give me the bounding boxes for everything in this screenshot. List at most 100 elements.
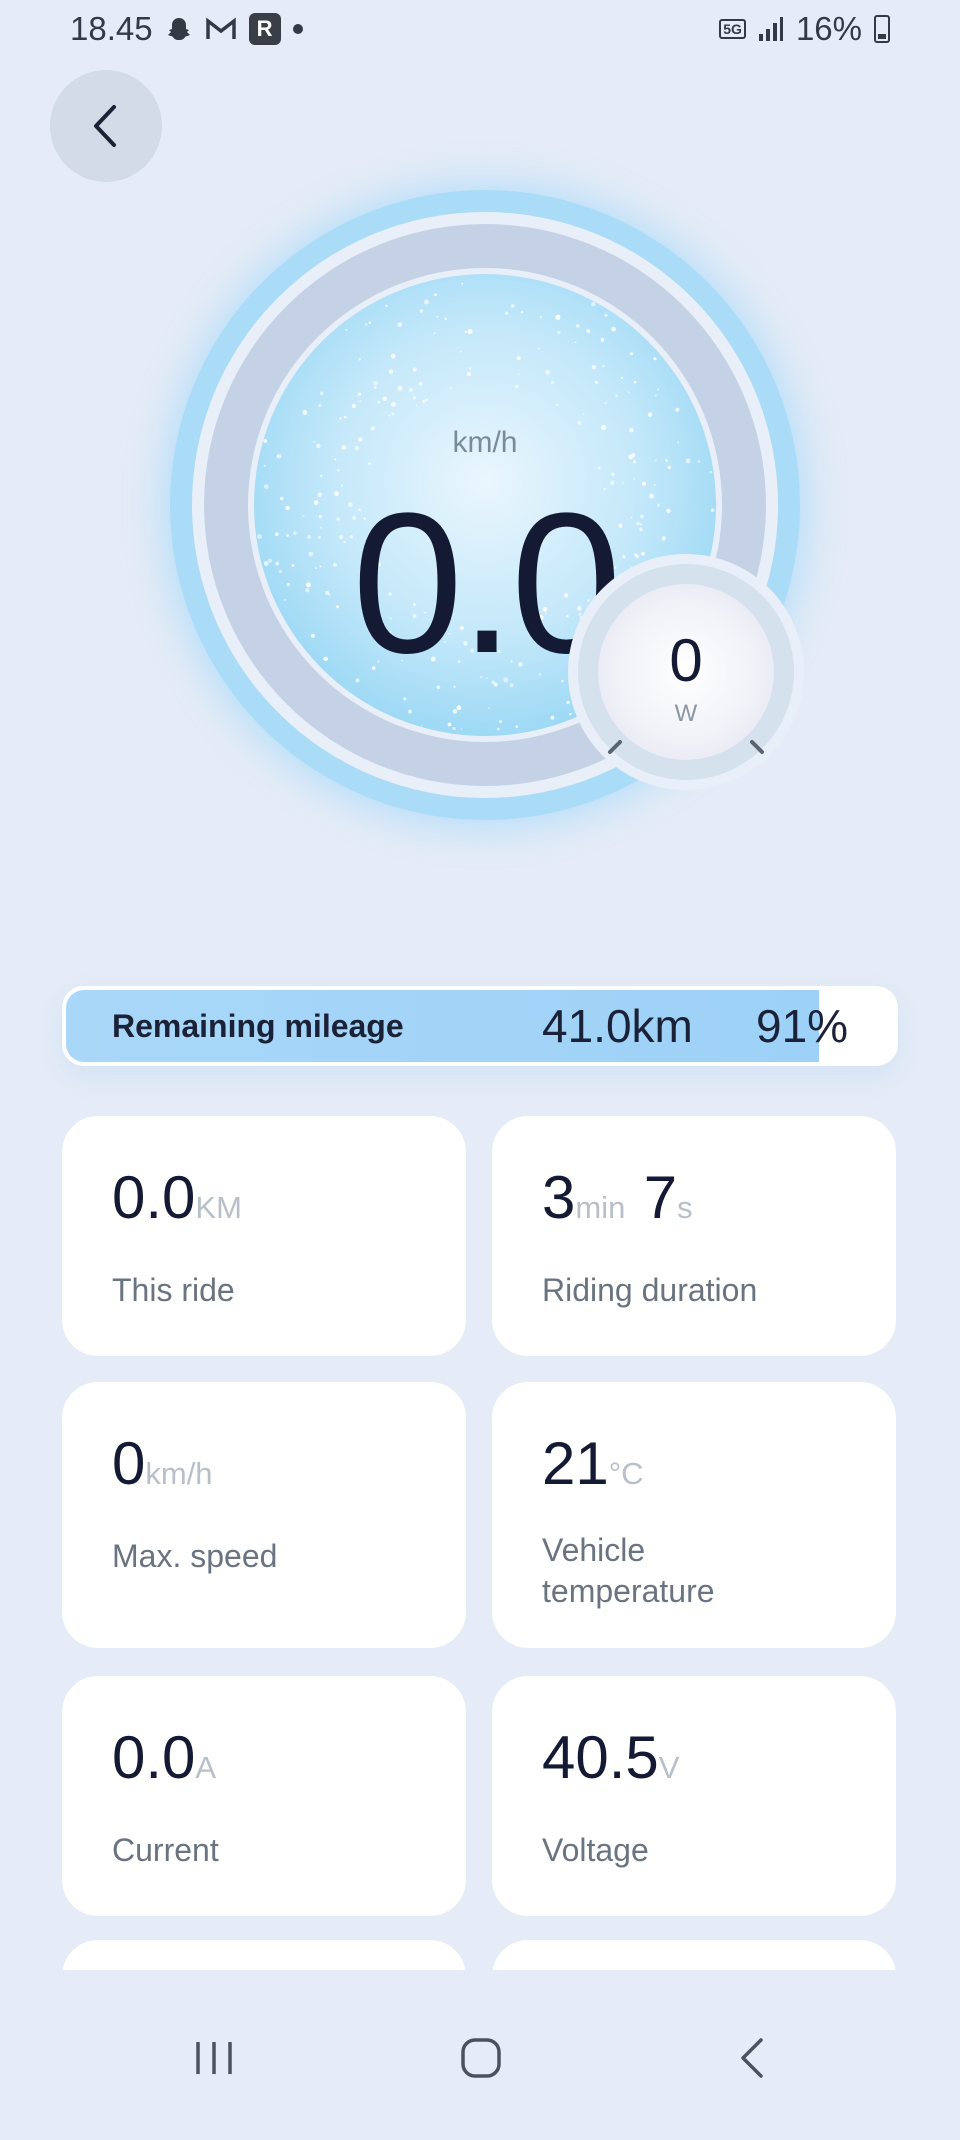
stat-unit: A bbox=[195, 1750, 217, 1785]
sparkle-dot bbox=[517, 373, 521, 376]
sparkle-dot bbox=[302, 410, 308, 415]
power-dial: 0 W bbox=[578, 564, 794, 780]
sparkle-dot bbox=[412, 396, 417, 400]
nav-home-button[interactable] bbox=[441, 2018, 521, 2098]
stat-label: Voltage bbox=[542, 1832, 649, 1868]
mileage-distance: 41.0km bbox=[542, 1000, 693, 1052]
sparkle-dot bbox=[425, 398, 428, 402]
sparkle-dot bbox=[697, 460, 701, 463]
stat-value: 40.5 bbox=[542, 1724, 659, 1791]
sparkle-dot bbox=[385, 304, 388, 307]
sparkle-dot bbox=[551, 381, 554, 385]
sparkle-dot bbox=[574, 341, 577, 344]
stat-value-group: 21°C bbox=[542, 1434, 644, 1494]
sparkle-dot bbox=[576, 324, 580, 328]
stat-card-this-ride: 0.0KM This ride bbox=[62, 1116, 466, 1356]
sparkle-dot bbox=[397, 322, 403, 327]
sparkle-dot bbox=[487, 707, 490, 709]
stat-value: 0 bbox=[112, 1430, 146, 1497]
status-time: 18.45 bbox=[70, 10, 153, 47]
stat-value-minutes: 3 bbox=[542, 1164, 576, 1231]
sparkle-dot bbox=[377, 400, 381, 404]
sparkle-dot bbox=[418, 382, 423, 386]
stat-unit: km/h bbox=[145, 1456, 213, 1491]
sparkle-dot bbox=[336, 469, 340, 472]
sparkle-dot bbox=[318, 403, 322, 408]
sparkle-dot bbox=[620, 376, 623, 379]
sparkle-dot bbox=[424, 299, 429, 305]
sparkle-dot bbox=[388, 369, 394, 374]
sparkle-dot bbox=[391, 412, 395, 416]
sparkle-dot bbox=[497, 727, 500, 731]
stat-card-vehicle-temperature: 21°C Vehicle temperature bbox=[492, 1382, 896, 1648]
stat-unit: V bbox=[658, 1750, 680, 1785]
sparkle-dot bbox=[545, 369, 551, 375]
sparkle-dot bbox=[657, 388, 659, 391]
sparkle-dot bbox=[504, 311, 509, 315]
sparkle-dot bbox=[516, 356, 521, 361]
speed-unit: km/h bbox=[452, 426, 518, 459]
chevron-left-icon bbox=[94, 105, 116, 147]
sparkle-dot bbox=[408, 709, 412, 714]
stat-value: 0.0 bbox=[112, 1164, 196, 1231]
stat-value-group: 3min 7s bbox=[542, 1168, 693, 1228]
stat-value: 0.0 bbox=[112, 1724, 196, 1791]
sparkle-dot bbox=[403, 697, 407, 701]
sparkle-dot bbox=[591, 301, 596, 307]
sparkle-dot bbox=[419, 309, 424, 313]
sparkle-dot bbox=[397, 385, 403, 391]
sparkle-dot bbox=[520, 311, 524, 314]
stat-label-line2: temperature bbox=[542, 1573, 715, 1609]
sparkle-dot bbox=[359, 400, 362, 403]
sparkle-dot bbox=[433, 332, 436, 335]
mileage-percent: 91% bbox=[756, 1000, 849, 1052]
sparkle-dot bbox=[611, 326, 616, 332]
notification-dot-icon bbox=[292, 24, 303, 34]
stat-label: This ride bbox=[112, 1272, 235, 1308]
sparkle-dot bbox=[422, 399, 426, 404]
back-icon bbox=[741, 2038, 763, 2078]
network-type: 5G bbox=[719, 19, 746, 39]
sparkle-dot bbox=[602, 364, 605, 368]
speed-gauge: km/h 0.0 0 W bbox=[170, 190, 800, 820]
stat-card-riding-duration: 3min 7s Riding duration bbox=[492, 1116, 896, 1356]
sparkle-dot bbox=[452, 726, 456, 731]
sparkle-dot bbox=[566, 700, 570, 705]
stat-card-current: 0.0A Current bbox=[62, 1676, 466, 1916]
stat-card-voltage: 40.5V Voltage bbox=[492, 1676, 896, 1916]
sparkle-dot bbox=[319, 391, 324, 396]
status-right: 5G 16% bbox=[719, 10, 890, 48]
sparkle-dot bbox=[633, 460, 637, 464]
sparkle-dot bbox=[447, 722, 452, 727]
nav-back-button[interactable] bbox=[712, 2018, 792, 2098]
gmail-icon bbox=[205, 16, 237, 42]
sparkle-dot bbox=[464, 330, 467, 334]
snapchat-icon bbox=[165, 15, 193, 43]
app-r-icon: R bbox=[248, 13, 281, 45]
sparkle-dot bbox=[459, 350, 462, 353]
nav-recents-button[interactable] bbox=[174, 2018, 254, 2098]
sparkle-dot bbox=[586, 329, 591, 334]
stat-label-line1: Vehicle bbox=[542, 1532, 646, 1568]
sparkle-dot bbox=[515, 384, 519, 389]
sparkle-dot bbox=[343, 415, 347, 419]
status-left: 18.45 R bbox=[70, 10, 303, 48]
back-button[interactable] bbox=[50, 70, 162, 182]
sparkle-dot bbox=[555, 314, 561, 320]
stat-value-group: 0.0KM bbox=[112, 1168, 242, 1228]
sparkle-dot bbox=[633, 380, 637, 384]
sparkle-dot bbox=[604, 401, 607, 405]
sparkle-dot bbox=[320, 474, 323, 477]
sparkle-dot bbox=[461, 282, 464, 285]
sparkle-dot bbox=[577, 420, 582, 425]
status-bar: 18.45 R 5G 16% bbox=[0, 0, 960, 58]
mileage-label: Remaining mileage bbox=[112, 1008, 404, 1044]
sparkle-dot bbox=[391, 401, 396, 407]
sparkle-dot bbox=[604, 313, 608, 317]
stat-label: Max. speed bbox=[112, 1538, 278, 1574]
sparkle-dot bbox=[709, 470, 713, 474]
sparkle-dot bbox=[550, 715, 555, 720]
sparkle-dot bbox=[434, 293, 437, 297]
sparkle-dot bbox=[557, 330, 561, 335]
home-icon bbox=[461, 2038, 501, 2078]
